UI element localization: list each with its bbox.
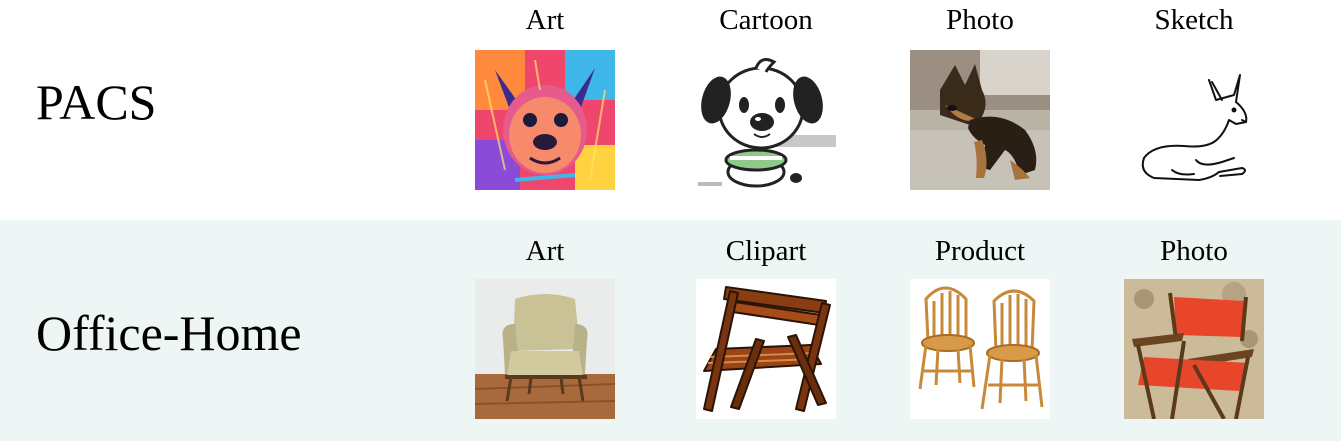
domain-label: Cartoon [719, 4, 813, 36]
domain-label: Photo [1160, 235, 1228, 267]
domain-photo: Photo [1104, 237, 1284, 419]
dataset-row-office-home: Office-Home Art Clipart Product Photo [0, 220, 1341, 441]
domain-cartoon: Cartoon [676, 6, 856, 190]
domain-label: Art [525, 235, 565, 267]
domain-clipart: Clipart [676, 237, 856, 419]
folding-chair-clipart-image [696, 279, 836, 419]
wooden-chairs-product-image [910, 279, 1050, 419]
domain-product: Product [890, 237, 1070, 419]
domain-label: Photo [946, 4, 1014, 36]
german-shepherd-photo-image [910, 50, 1050, 190]
colorful-bulldog-painting-image [475, 50, 615, 190]
domain-label: Sketch [1154, 4, 1234, 36]
domain-label: Art [525, 4, 565, 36]
dog-line-sketch-image [1124, 50, 1264, 190]
cartoon-puppy-image [696, 50, 836, 190]
dataset-row-pacs: PACS Art Cartoon Photo Sketch [0, 0, 1341, 212]
dataset-title: PACS [36, 74, 157, 130]
armchair-photo-image [475, 279, 615, 419]
domain-sketch: Sketch [1104, 6, 1284, 190]
domain-art: Art [455, 237, 635, 419]
domain-label: Clipart [725, 235, 807, 267]
dataset-title: Office-Home [36, 305, 302, 361]
domain-label: Product [934, 235, 1026, 267]
domain-art: Art [455, 6, 635, 190]
red-directors-chair-photo-image [1124, 279, 1264, 419]
domain-photo: Photo [890, 6, 1070, 190]
